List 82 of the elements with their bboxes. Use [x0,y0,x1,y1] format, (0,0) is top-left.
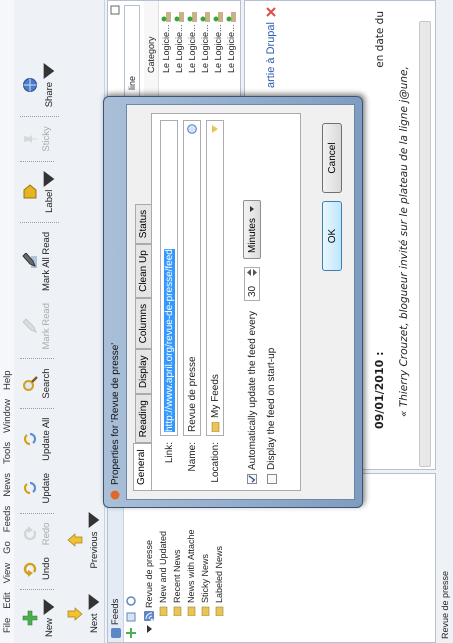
field-label: Name: [186,441,198,474]
toolbar-button[interactable]: Label [20,164,59,223]
toolbar-button[interactable]: Undo [20,551,54,590]
table-cell: Le Logicie... [226,23,236,73]
toolbar-button[interactable]: Search [20,362,54,409]
news-icon [226,11,236,23]
tab[interactable]: Columns [135,298,151,350]
checkbox[interactable] [247,474,257,484]
table-cell: Le Logicie... [160,23,170,73]
toolbar-button[interactable]: Next [65,588,104,639]
article-text: en date du [374,11,386,68]
toolbar-button[interactable]: Previous [65,506,104,574]
article-title-link[interactable]: artie à Drupal [265,22,277,88]
folder-icon [210,422,220,432]
table-cell: Le Logicie... [212,23,222,73]
toolbar-button[interactable]: New [20,592,59,643]
tree-item[interactable]: Revue de presse [144,540,154,608]
tree-item[interactable]: Sticky News [200,554,210,603]
checkbox-label: Automatically update the feed every [246,311,258,470]
tab[interactable]: General [133,443,151,491]
location-field[interactable]: My Feeds [206,120,224,436]
dialog-button[interactable]: OK [322,201,342,271]
article-quote: « Thierry Crouzet, blogueur invité sur le plateau de la ligne j@une, [397,65,410,419]
panel-title[interactable]: Feeds [110,598,121,625]
toolbar-button[interactable]: Mark All Read [20,226,54,298]
field-label: Link: [164,441,174,466]
news-icon [174,11,184,23]
news-icon [160,11,170,23]
dialog-button[interactable]: Cancel [322,123,342,193]
tree-item[interactable]: Recent News [172,549,182,603]
menu-item[interactable]: Feeds [2,506,12,532]
maximize-icon[interactable] [110,5,120,15]
table-cell: Le Logicie... [200,23,210,73]
arrow-down-icon [67,606,83,622]
close-icon[interactable] [266,7,276,17]
field-label: Location: [210,441,220,484]
pen-icon [22,253,38,270]
app-icon [110,490,120,500]
tab[interactable]: Reading [135,394,151,444]
tree-item[interactable]: New and Updated [158,530,168,603]
tab[interactable]: Status [135,204,151,244]
name-field[interactable]: Revue de presse [183,120,201,436]
menu-item[interactable]: Help [2,370,12,390]
table-cell: Le Logicie... [174,23,184,73]
horizontal-scrollbar[interactable] [419,21,431,467]
undo-icon [22,560,38,577]
news-icon [200,11,210,23]
plus-icon[interactable] [126,628,136,638]
redo-icon [22,526,38,542]
menu-item[interactable]: Go [2,541,12,554]
table-cell: Le Logicie... [186,23,196,73]
menu-item[interactable]: Edit [2,592,12,609]
menu-item[interactable]: Tools [2,442,12,464]
article-date: 09/01/2010 : [373,352,386,429]
plus-icon [22,610,38,626]
menu-item[interactable]: News [2,473,12,497]
pen-icon [22,318,38,334]
tab[interactable]: Clean Up [135,244,151,298]
tag-icon [22,184,38,200]
news-icon [212,11,222,23]
tab[interactable]: Display [135,349,151,394]
toolbar-button[interactable]: Update All [20,412,54,467]
unit-dropdown[interactable]: Minutes [243,200,261,260]
number-spinner[interactable]: 30 [244,267,260,302]
menu-item[interactable]: File [2,618,12,633]
checkbox[interactable] [266,474,276,484]
checkbox-label: Display the feed on start-up [266,348,277,470]
toolbar-button[interactable]: Update [20,466,54,514]
expanded-arrow-icon[interactable] [144,624,154,634]
status-text: Revue de presse [440,570,450,639]
dropdown-arrow-icon [250,206,254,212]
arrow-up-icon [67,532,83,548]
column-header[interactable]: Category [146,23,156,73]
menu-item[interactable]: View [2,562,12,584]
dialog-title: Properties for 'Revue de presse' [110,342,120,485]
globe-icon [22,77,38,94]
tree-item[interactable]: Labeled News [214,546,224,603]
toolbar-button[interactable]: Share [20,56,59,118]
search-icon [22,376,38,392]
news-icon [186,11,196,23]
menu-item[interactable]: Window [2,399,12,433]
tree-item[interactable]: News with Attache [186,529,196,603]
